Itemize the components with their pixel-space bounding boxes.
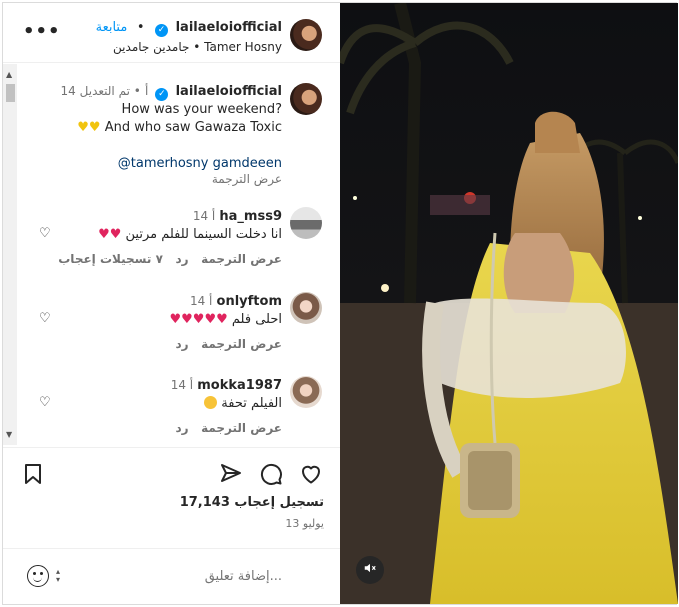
scroll-up-icon[interactable]: ▲ <box>6 70 12 79</box>
comment-input[interactable] <box>132 569 282 584</box>
comment-avatar[interactable] <box>290 376 322 408</box>
caption-username[interactable]: lailaeloiofficial <box>176 84 282 99</box>
video-frame <box>340 3 678 604</box>
comment-time: 14 أ <box>189 294 213 308</box>
comment-username[interactable]: mokka1987 <box>197 378 282 393</box>
audio-info[interactable]: جامدين جامدين • Tamer Hosny <box>113 40 282 54</box>
comments-scrollbar[interactable]: ▲ ▼ <box>3 64 17 445</box>
likes-count[interactable]: 17,143 تسجيل إعجاب <box>180 495 324 510</box>
likes-label: تسجيل إعجاب <box>234 495 324 510</box>
header-avatar[interactable] <box>290 19 322 51</box>
yellow-heart-icon: ♥♥ <box>77 120 101 135</box>
like-heart-icon[interactable] <box>299 462 323 486</box>
red-heart-icon: ♥♥ <box>98 227 122 242</box>
caption-line1: How was your weekend? <box>121 102 282 117</box>
caption-edited: تم التعديل <box>79 84 130 98</box>
comment-avatar[interactable] <box>290 292 322 324</box>
like-comment-icon[interactable]: ♡ <box>39 226 51 241</box>
comment-text: احلى فلم <box>231 312 282 327</box>
video-player[interactable] <box>340 3 678 604</box>
star-struck-emoji-icon <box>204 396 218 409</box>
caption-translate[interactable]: عرض الترجمة <box>212 172 282 186</box>
reply-button[interactable]: رد <box>175 337 188 351</box>
comment-text: الفيلم تحفة <box>221 396 282 411</box>
add-comment-bar: ▴ ▾ <box>3 548 340 604</box>
translate-link[interactable]: عرض الترجمة <box>201 252 282 266</box>
audio-artist: Tamer Hosny <box>204 40 282 54</box>
comments-list[interactable]: ▲ ▼ 14 أ • تم التعديل ✓ lailaeloiofficia… <box>3 64 340 445</box>
verified-icon: ✓ <box>155 88 169 101</box>
translate-link[interactable]: عرض الترجمة <box>201 421 282 435</box>
audio-separator: • <box>193 40 205 54</box>
comment-icon[interactable] <box>259 462 283 486</box>
comment-text-wrap: ♥♥♥♥♥ احلى فلم <box>169 312 282 327</box>
follow-button[interactable]: متابعة <box>96 20 128 35</box>
caption-mentions[interactable]: @tamerhosny gamdeeen <box>118 156 282 171</box>
comment-time: 14 أ <box>170 378 194 392</box>
comment-username[interactable]: ha_mss9 <box>219 209 282 224</box>
likes-number: 17,143 <box>179 495 230 510</box>
scroll-thumb[interactable] <box>6 84 15 102</box>
comment-text-wrap: ♥♥ انا دخلت السينما للفلم مرتين <box>98 227 282 242</box>
like-comment-icon[interactable]: ♡ <box>39 311 51 326</box>
emoji-spinner-icon[interactable]: ▴ ▾ <box>56 568 60 584</box>
post-sidebar: ••• متابعة • ✓ lailaeloiofficial جامدين … <box>3 3 340 604</box>
red-heart-icon: ♥♥♥♥♥ <box>169 312 228 327</box>
header-username[interactable]: lailaeloiofficial <box>176 20 282 35</box>
comment-text-wrap: الفيلم تحفة <box>204 396 282 411</box>
comment-header: 14 أ ha_mss9 <box>193 209 282 224</box>
comment-meta: عرض الترجمة رد ٧ تسجيلات إعجاب <box>58 252 282 266</box>
comment-text: انا دخلت السينما للفلم مرتين <box>125 227 282 242</box>
mute-toggle-icon[interactable] <box>356 556 384 584</box>
post-actions: 17,143 تسجيل إعجاب 13 يوليو <box>3 447 340 547</box>
translate-link[interactable]: عرض الترجمة <box>201 337 282 351</box>
comment-meta: عرض الترجمة رد <box>175 421 282 435</box>
share-send-icon[interactable] <box>219 462 243 486</box>
like-comment-icon[interactable]: ♡ <box>39 395 51 410</box>
more-options-icon[interactable]: ••• <box>23 23 61 41</box>
reply-button[interactable]: رد <box>175 421 188 435</box>
comment-header: 14 أ mokka1987 <box>171 378 282 393</box>
separator: • <box>136 20 145 35</box>
audio-song: جامدين جامدين <box>113 40 190 54</box>
save-bookmark-icon[interactable] <box>21 462 45 486</box>
comment-time: 14 أ <box>192 209 216 223</box>
comment-likes[interactable]: ٧ تسجيلات إعجاب <box>58 252 163 266</box>
verified-icon: ✓ <box>155 24 169 37</box>
reply-button[interactable]: رد <box>175 252 188 266</box>
caption-line2: And who saw Gawaza Toxic <box>104 120 282 135</box>
header-title: متابعة • ✓ lailaeloiofficial <box>96 20 282 37</box>
caption-avatar[interactable] <box>290 83 322 115</box>
scroll-down-icon[interactable]: ▼ <box>6 430 12 439</box>
comment-username[interactable]: onlyftom <box>217 294 282 309</box>
post-modal: ••• متابعة • ✓ lailaeloiofficial جامدين … <box>2 2 678 605</box>
post-header: ••• متابعة • ✓ lailaeloiofficial جامدين … <box>3 3 340 63</box>
speaker-muted-icon <box>364 563 376 573</box>
post-date[interactable]: 13 يوليو <box>285 517 324 530</box>
emoji-icon[interactable] <box>27 565 49 587</box>
caption-line2-wrap: ♥♥ And who saw Gawaza Toxic <box>77 120 282 135</box>
comment-header: 14 أ onlyftom <box>190 294 282 309</box>
comment-meta: عرض الترجمة رد <box>175 337 282 351</box>
comment-avatar[interactable] <box>290 207 322 239</box>
caption-header: 14 أ • تم التعديل ✓ lailaeloiofficial <box>60 84 282 101</box>
